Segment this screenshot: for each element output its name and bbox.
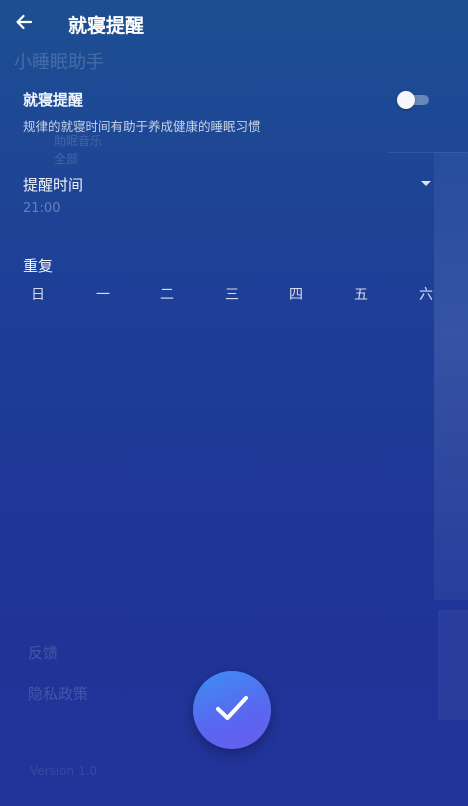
day-friday[interactable]: 五 [347,281,375,309]
background-image-strip [438,610,468,720]
repeat-days: 日 一 二 三 四 五 六 [23,281,443,309]
day-sunday[interactable]: 日 [24,281,52,309]
background-app-title: 小睡眠助手 [14,52,104,73]
caret-down-icon [421,181,431,186]
arrow-left-icon [14,12,34,36]
page-title: 就寝提醒 [68,15,145,37]
day-saturday[interactable]: 六 [412,281,440,309]
background-privacy-item: 隐私政策 [28,685,89,703]
top-app-bar: 就寝提醒 [0,0,468,48]
background-feedback-item: 反馈 [28,644,59,662]
day-tuesday[interactable]: 二 [153,281,181,309]
reminder-time-label: 提醒时间 [23,176,84,194]
back-button[interactable] [10,10,38,38]
day-thursday[interactable]: 四 [282,281,310,309]
repeat-label: 重复 [23,257,54,275]
reminder-time-value: 21:00 [23,201,61,216]
background-divider [388,152,468,153]
reminder-time-selector[interactable]: 提醒时间 21:00 [0,165,468,225]
background-version-text: Version 1.0 [30,764,98,778]
check-icon [212,688,252,732]
reminder-title: 就寝提醒 [23,91,84,109]
reminder-description: 规律的就寝时间有助于养成健康的睡眠习惯 [23,119,261,134]
day-wednesday[interactable]: 三 [218,281,246,309]
day-monday[interactable]: 一 [89,281,117,309]
reminder-toggle[interactable] [397,91,431,109]
confirm-button[interactable] [193,671,271,749]
toggle-thumb [397,91,415,109]
